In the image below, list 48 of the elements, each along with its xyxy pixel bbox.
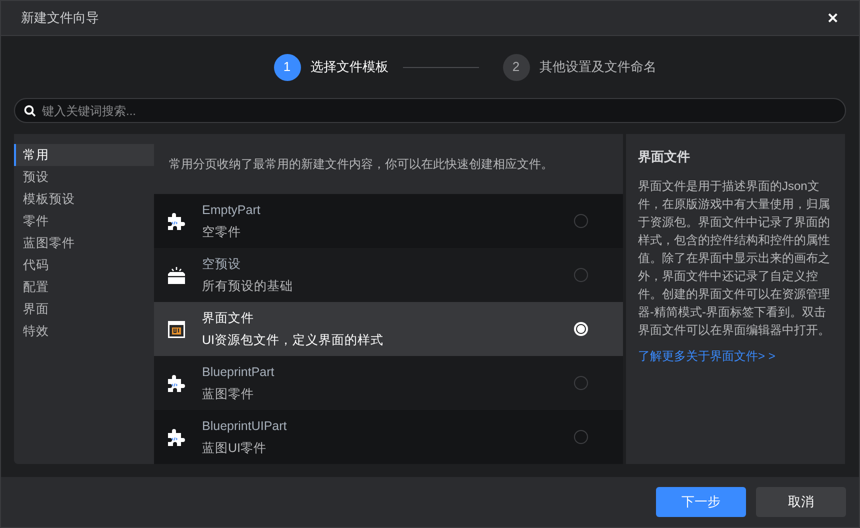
- template-title: BlueprintUIPart: [202, 418, 288, 435]
- category-description: 常用分页收纳了最常用的新建文件内容，你可以在此快速创建相应文件。: [169, 156, 553, 173]
- details-title: 界面文件: [638, 148, 691, 166]
- radio-button[interactable]: [574, 376, 588, 390]
- template-row[interactable]: 空预设 所有预设的基础: [154, 248, 623, 302]
- learn-more-link[interactable]: 了解更多关于界面文件> >: [638, 346, 833, 364]
- template-title: EmptyPart: [202, 202, 262, 219]
- puzzle-piece-icon: [167, 212, 186, 230]
- category-item[interactable]: 零件: [14, 210, 154, 232]
- category-item[interactable]: 蓝图零件: [14, 232, 154, 254]
- template-row[interactable]: BlueprintUIPart 蓝图UI零件: [154, 410, 623, 464]
- template-row[interactable]: 界面文件 UI资源包文件，定义界面的样式: [154, 302, 623, 356]
- search-box[interactable]: 键入关键词搜索...: [14, 98, 846, 123]
- template-row[interactable]: EmptyPart 空零件: [154, 194, 623, 248]
- template-subtitle: 所有预设的基础: [202, 278, 294, 294]
- category-item[interactable]: 常用: [14, 144, 154, 166]
- step-label: 选择文件模板: [310, 58, 388, 76]
- details-text: 界面文件是用于描述界面的Json文件，在原版游戏中有大量使用，归属于资源包。界面文件中记录了界面的样式，包含的控件结构和控件的属性值。除了在界面中显示出来的画布之外，界面文件中还记录了自定义控件。创建的界面文件可以在资源管理器-精简模式-界面标签下看到。双击界面文件可以在界面编辑器中打开。: [638, 178, 831, 338]
- category-item[interactable]: 预设: [14, 166, 154, 188]
- step-number: 2: [502, 54, 530, 80]
- step-label: 其他设置及文件命名: [540, 58, 656, 76]
- template-subtitle: 蓝图UI零件: [202, 440, 268, 456]
- search-field[interactable]: 键入关键词搜索...: [42, 102, 836, 120]
- cancel-button[interactable]: 取消: [756, 487, 846, 517]
- template-subtitle: UI资源包文件，定义界面的样式: [202, 332, 384, 348]
- template-subtitle: 空零件: [202, 224, 242, 240]
- template-subtitle: 蓝图零件: [202, 386, 255, 402]
- search-icon: [24, 104, 36, 116]
- puzzle-piece-icon: [167, 428, 186, 446]
- inbox-tray-icon: [167, 266, 186, 284]
- category-item[interactable]: 模板预设: [14, 188, 154, 210]
- radio-button[interactable]: [574, 268, 588, 282]
- template-title: BlueprintPart: [202, 364, 276, 381]
- radio-button[interactable]: [574, 322, 588, 336]
- category-item[interactable]: 界面: [14, 298, 154, 320]
- category-item[interactable]: 配置: [14, 276, 154, 298]
- window-title: 新建文件向导: [21, 9, 99, 28]
- close-button[interactable]: ✕: [827, 11, 839, 25]
- radio-button[interactable]: [574, 430, 588, 444]
- ui-window-icon: [167, 320, 186, 338]
- template-title: 界面文件: [202, 310, 255, 327]
- template-row[interactable]: BlueprintPart 蓝图零件: [154, 356, 623, 410]
- category-item[interactable]: 代码: [14, 254, 154, 276]
- radio-button[interactable]: [574, 214, 588, 228]
- category-item[interactable]: 特效: [14, 320, 154, 342]
- template-title: 空预设: [202, 256, 242, 273]
- step-number: 1: [274, 54, 300, 80]
- puzzle-piece-icon: [167, 374, 186, 392]
